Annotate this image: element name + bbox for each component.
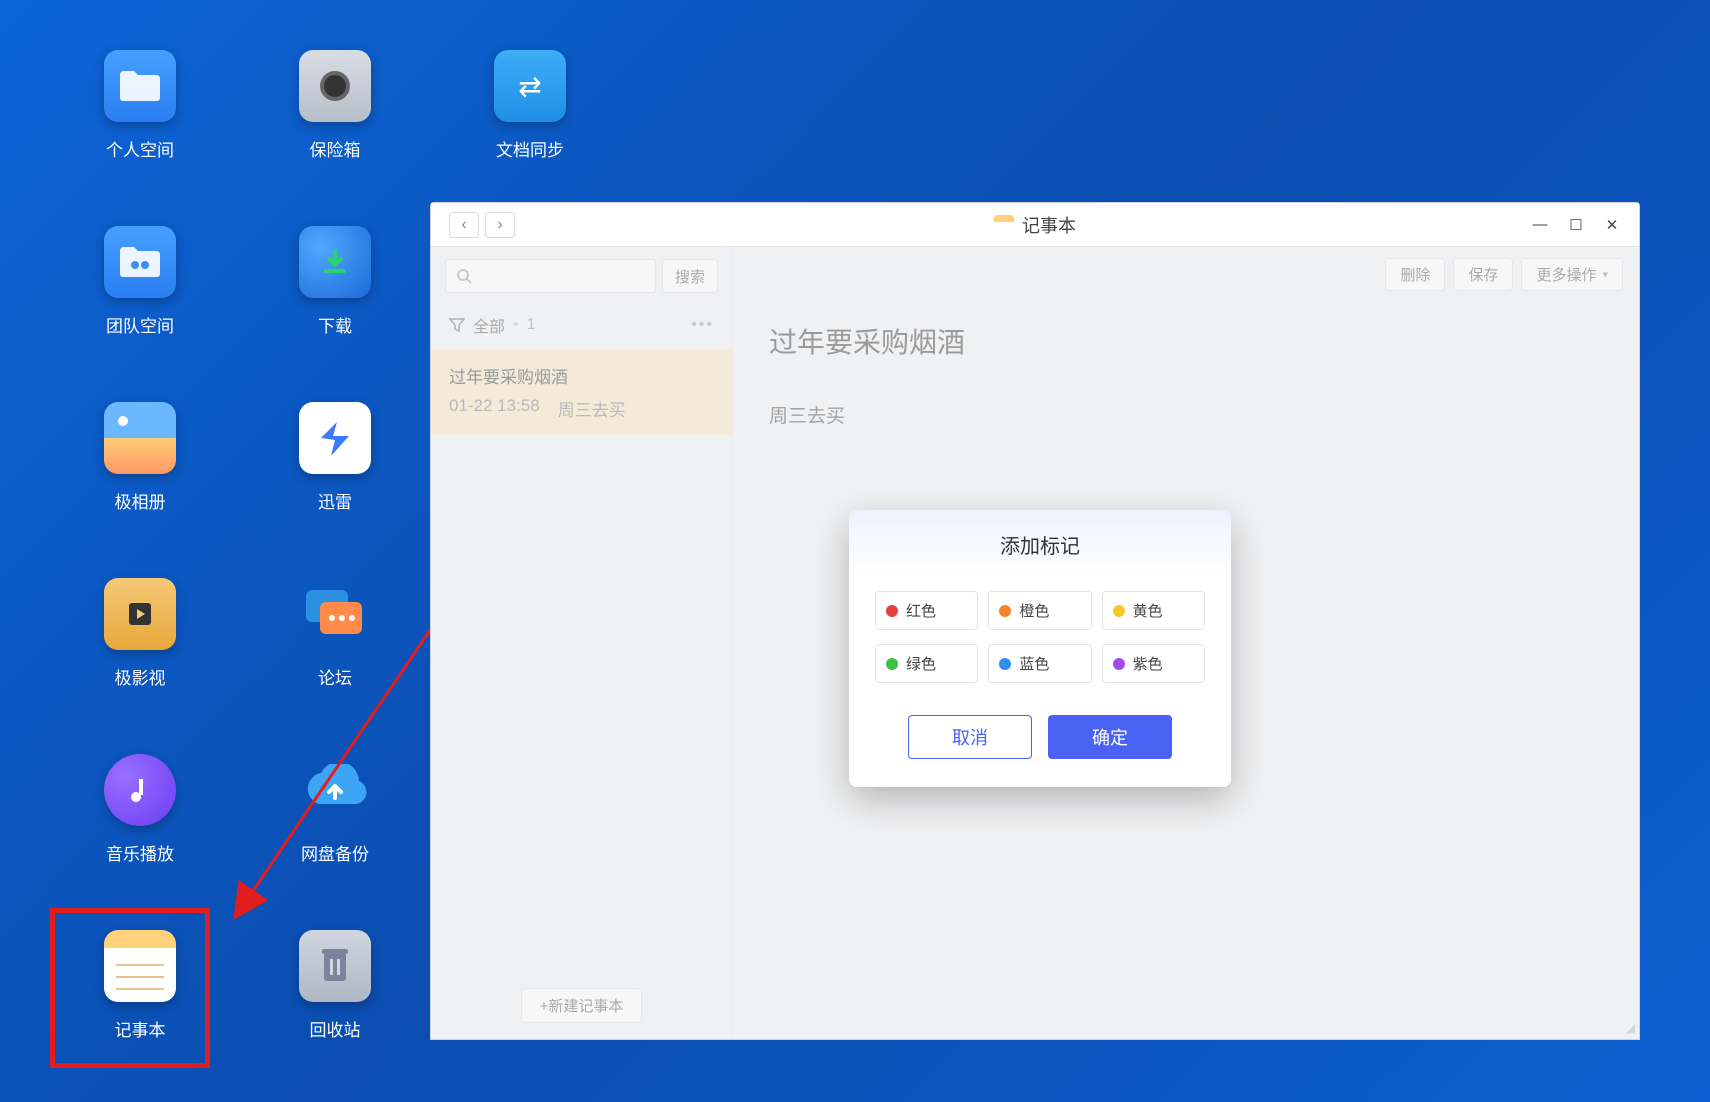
cancel-button[interactable]: 取消	[908, 715, 1032, 759]
app-personal-space[interactable]: 个人空间	[70, 50, 210, 161]
nav-back-button[interactable]: ‹	[449, 212, 479, 238]
app-label: 音乐播放	[106, 840, 174, 865]
xunlei-icon	[299, 402, 371, 474]
close-button[interactable]: ✕	[1603, 216, 1621, 234]
ok-button[interactable]: 确定	[1048, 715, 1172, 759]
note-item-date: 01-22 13:58	[449, 396, 540, 421]
forum-icon	[299, 578, 371, 650]
yellow-dot-icon	[1113, 605, 1125, 617]
titlebar: ‹ › 记事本 — ☐ ✕	[431, 203, 1639, 247]
tag-option-yellow[interactable]: 黄色	[1102, 591, 1205, 630]
app-label: 文档同步	[496, 136, 564, 161]
search-icon	[456, 268, 472, 284]
filter-count: 1	[527, 316, 536, 334]
note-list-item[interactable]: 过年要采购烟酒 01-22 13:58 周三去买	[431, 349, 732, 435]
trash-icon	[299, 930, 371, 1002]
app-xunlei[interactable]: 迅雷	[265, 402, 405, 513]
download-icon	[299, 226, 371, 298]
tag-option-purple[interactable]: 紫色	[1102, 644, 1205, 683]
app-label: 个人空间	[106, 136, 174, 161]
red-dot-icon	[886, 605, 898, 617]
green-dot-icon	[886, 658, 898, 670]
app-music[interactable]: 音乐播放	[70, 754, 210, 865]
app-cloud-backup[interactable]: 网盘备份	[265, 754, 405, 865]
purple-dot-icon	[1113, 658, 1125, 670]
resize-handle-icon[interactable]: ◢	[1626, 1021, 1635, 1035]
more-icon[interactable]: •••	[691, 316, 714, 334]
folder-icon	[104, 50, 176, 122]
minimize-button[interactable]: —	[1531, 216, 1549, 234]
photos-icon	[104, 402, 176, 474]
tag-option-orange[interactable]: 橙色	[988, 591, 1091, 630]
app-label: 迅雷	[318, 488, 352, 513]
team-folder-icon	[104, 226, 176, 298]
app-doc-sync[interactable]: ⇄ 文档同步	[460, 50, 600, 161]
filter-icon	[449, 317, 465, 333]
search-button[interactable]: 搜索	[662, 259, 718, 293]
tag-option-blue[interactable]: 蓝色	[988, 644, 1091, 683]
note-title: 过年要采购烟酒	[769, 321, 1603, 361]
maximize-button[interactable]: ☐	[1567, 216, 1585, 234]
app-team-space[interactable]: 团队空间	[70, 226, 210, 337]
tag-option-green[interactable]: 绿色	[875, 644, 978, 683]
chevron-down-icon: ▾	[1602, 268, 1608, 281]
more-actions-button[interactable]: 更多操作 ▾	[1521, 258, 1623, 291]
nav-forward-button[interactable]: ›	[485, 212, 515, 238]
app-photos[interactable]: 极相册	[70, 402, 210, 513]
add-note-button[interactable]: +新建记事本	[521, 988, 643, 1023]
notepad-title-icon	[994, 215, 1014, 235]
annotation-highlight	[50, 908, 210, 1068]
app-download[interactable]: 下载	[265, 226, 405, 337]
note-body-text: 周三去买	[769, 401, 1603, 428]
note-item-title: 过年要采购烟酒	[449, 363, 714, 388]
add-tag-modal: 添加标记 红色 橙色 黄色 绿色 蓝色 紫色 取消 确定	[849, 510, 1231, 787]
delete-button[interactable]: 删除	[1385, 258, 1445, 291]
safe-icon	[299, 50, 371, 122]
app-label: 网盘备份	[301, 840, 369, 865]
app-video[interactable]: 极影视	[70, 578, 210, 689]
app-label: 极影视	[115, 664, 166, 689]
search-input[interactable]	[445, 259, 656, 293]
orange-dot-icon	[999, 605, 1011, 617]
tag-option-red[interactable]: 红色	[875, 591, 978, 630]
video-icon	[104, 578, 176, 650]
note-item-preview: 周三去买	[558, 396, 626, 421]
app-label: 回收站	[310, 1016, 361, 1041]
blue-dot-icon	[999, 658, 1011, 670]
app-safe[interactable]: 保险箱	[265, 50, 405, 161]
window-title: 记事本	[1022, 212, 1076, 238]
save-button[interactable]: 保存	[1453, 258, 1513, 291]
app-label: 下载	[318, 312, 352, 337]
modal-title: 添加标记	[849, 510, 1231, 573]
app-label: 极相册	[115, 488, 166, 513]
app-forum[interactable]: 论坛	[265, 578, 405, 689]
app-label: 团队空间	[106, 312, 174, 337]
app-trash[interactable]: 回收站	[265, 930, 405, 1041]
music-icon	[104, 754, 176, 826]
note-list-panel: 搜索 全部 • 1 ••• 过年要采购烟酒 01-22 13:58 周三去买 +…	[431, 247, 733, 1039]
filter-label[interactable]: 全部	[473, 313, 505, 337]
app-label: 保险箱	[310, 136, 361, 161]
app-label: 论坛	[318, 664, 352, 689]
sync-icon: ⇄	[494, 50, 566, 122]
cloud-backup-icon	[299, 754, 371, 826]
